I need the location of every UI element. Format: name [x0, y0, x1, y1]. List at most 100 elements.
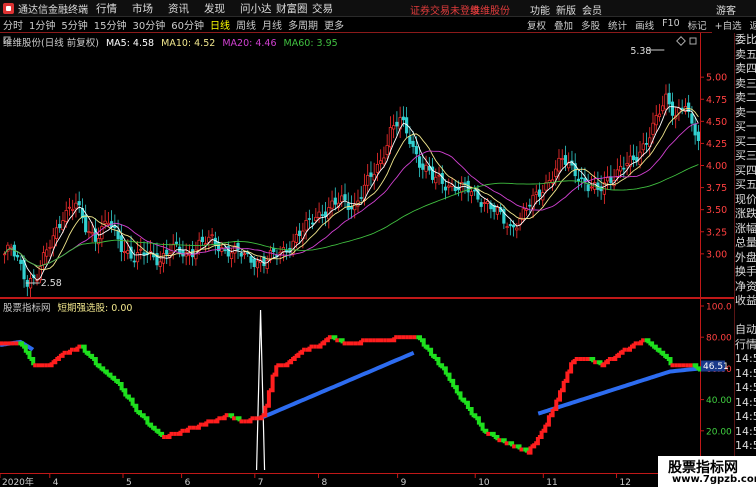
price-tick-label-0: 5.00	[706, 73, 727, 84]
tool-button-2[interactable]: 多股	[581, 18, 600, 32]
price-tick-label-8: 3.00	[706, 249, 727, 260]
candle-body-165	[537, 189, 542, 197]
candle-body-0	[3, 253, 7, 256]
price-tick-label-4: 4.00	[706, 161, 727, 172]
candle-body-212	[690, 113, 694, 124]
candle-body-158	[515, 227, 519, 231]
period-tab-7[interactable]: 周线	[236, 17, 256, 32]
candle-body-31	[103, 220, 107, 224]
candle-body-55	[181, 249, 185, 257]
function-button[interactable]: 功能	[530, 2, 556, 17]
candle-body-95	[311, 222, 315, 225]
menu-item-shichang[interactable]: 市场	[132, 1, 168, 16]
period-tab-10[interactable]: 更多	[324, 17, 344, 32]
period-tab-1[interactable]: 1分钟	[29, 17, 55, 32]
period-tab-9[interactable]: 多周期	[288, 17, 318, 32]
period-tab-2[interactable]: 5分钟	[61, 17, 87, 32]
member-button[interactable]: 会员	[582, 2, 608, 17]
period-tab-4[interactable]: 30分钟	[132, 17, 165, 32]
menu-item-zixun[interactable]: 资讯	[168, 1, 204, 16]
high-price-label: 5.38	[630, 46, 651, 57]
candle-body-71	[233, 245, 237, 254]
candle-body-204	[664, 93, 668, 110]
candle-body-209	[680, 107, 684, 110]
period-tab-5[interactable]: 60分钟	[171, 17, 204, 32]
tool-button-4[interactable]: 画线	[635, 18, 654, 32]
candle-body-128	[417, 156, 422, 168]
price-tick-label-7: 3.25	[706, 227, 727, 238]
order-panel-item-27: 14:56	[735, 424, 756, 438]
date-tick-label-5: 8	[322, 478, 328, 487]
candle-body-23	[77, 201, 81, 206]
period-tab-0[interactable]: 分时	[3, 17, 23, 32]
candle-body-134	[437, 174, 441, 177]
tool-button-8[interactable]: 返回	[750, 18, 756, 32]
period-tab-3[interactable]: 15分钟	[94, 17, 127, 32]
watermark: 股票指标网 www.7gpzb.com	[658, 456, 756, 487]
candle-body-20	[67, 206, 72, 209]
candle-body-194	[631, 155, 636, 161]
right-menu: 功能 新版 会员	[530, 2, 608, 17]
tool-button-0[interactable]: 复权	[527, 18, 546, 32]
tool-button-6[interactable]: 标记	[688, 18, 707, 32]
stock-name-link[interactable]: 维维股份	[470, 2, 510, 17]
candle-body-43	[142, 252, 146, 256]
candle-body-205	[667, 92, 671, 105]
order-panel-item-15: 外盘	[735, 250, 756, 264]
candle-body-172	[560, 158, 564, 160]
candle-body-117	[382, 157, 386, 165]
candle-body-112	[366, 175, 370, 186]
candle-body-49	[161, 253, 166, 264]
candle-body-93	[304, 220, 308, 231]
candle-body-162	[528, 204, 532, 207]
tool-button-5[interactable]: F10	[662, 18, 680, 32]
candle-body-12	[41, 252, 46, 265]
menu-item-faxian[interactable]: 发现	[204, 1, 240, 16]
tool-button-3[interactable]: 统计	[608, 18, 627, 32]
menu-item-hangqing[interactable]: 行情	[96, 1, 132, 16]
candle-body-129	[421, 163, 425, 170]
period-tab-6[interactable]: 日线	[210, 17, 230, 32]
candle-body-61	[200, 236, 204, 243]
new-version-button[interactable]: 新版	[556, 2, 582, 17]
tool-button-7[interactable]: +自选	[715, 18, 742, 32]
indicator-name-label: 短期强选股: 0.00	[57, 303, 133, 314]
candle-body-164	[534, 191, 538, 195]
candle-body-67	[220, 247, 224, 252]
candle-body-191	[622, 167, 626, 170]
guest-account[interactable]: 游客	[716, 2, 736, 17]
candle-body-21	[71, 208, 75, 211]
title-bar: 通达信金融终端 行情 市场 资讯 发现 问小达 财富圈 交易 证券交易未登录 维…	[0, 0, 756, 17]
candle-body-4	[16, 254, 20, 258]
price-tick-label-5: 3.75	[706, 183, 727, 194]
ind-tick-label-4: 20.00	[706, 427, 732, 437]
period-tab-8[interactable]: 月线	[262, 17, 282, 32]
candle-body-96	[314, 216, 318, 221]
candle-body-180	[586, 184, 590, 192]
date-tick-label-0: 2020年	[2, 476, 34, 487]
candle-body-42	[139, 248, 143, 251]
candle-body-40	[132, 260, 136, 263]
candle-body-37	[122, 251, 127, 253]
order-panel-item-25: 14:56	[735, 395, 756, 409]
candle-body-50	[165, 249, 169, 255]
candle-body-198	[644, 143, 649, 145]
date-tick-label-2: 5	[126, 478, 132, 487]
candle-body-76	[249, 256, 253, 263]
candle-body-15	[51, 235, 55, 248]
indicator-chart[interactable]: 100.080.0060.0040.0020.002020年4567891011…	[0, 298, 734, 487]
price-chart[interactable]: 5.00 4.75 4.50 4.25 4.00 3.75 3.50 3.25 3.00 5.38…	[0, 33, 734, 298]
stock-title: 维维股份(日线 前复权)	[3, 38, 99, 49]
candle-body-14	[48, 246, 52, 249]
menu-item-wenxiaoda[interactable]: 问小达	[240, 1, 276, 16]
price-tick-label-6: 3.50	[706, 205, 727, 216]
candle-body-91	[298, 230, 302, 236]
order-panel-item-5: 卖一	[735, 105, 756, 119]
candle-body-102	[333, 197, 337, 205]
price-tick-label-2: 4.50	[706, 117, 727, 128]
menu-item-caifuquan[interactable]: 财富圈	[276, 1, 312, 16]
order-panel-item-0: 委比	[735, 33, 756, 46]
menu-item-jiaoyi[interactable]: 交易	[312, 1, 348, 16]
candle-body-121	[395, 121, 399, 127]
tool-button-1[interactable]: 叠加	[554, 18, 573, 32]
